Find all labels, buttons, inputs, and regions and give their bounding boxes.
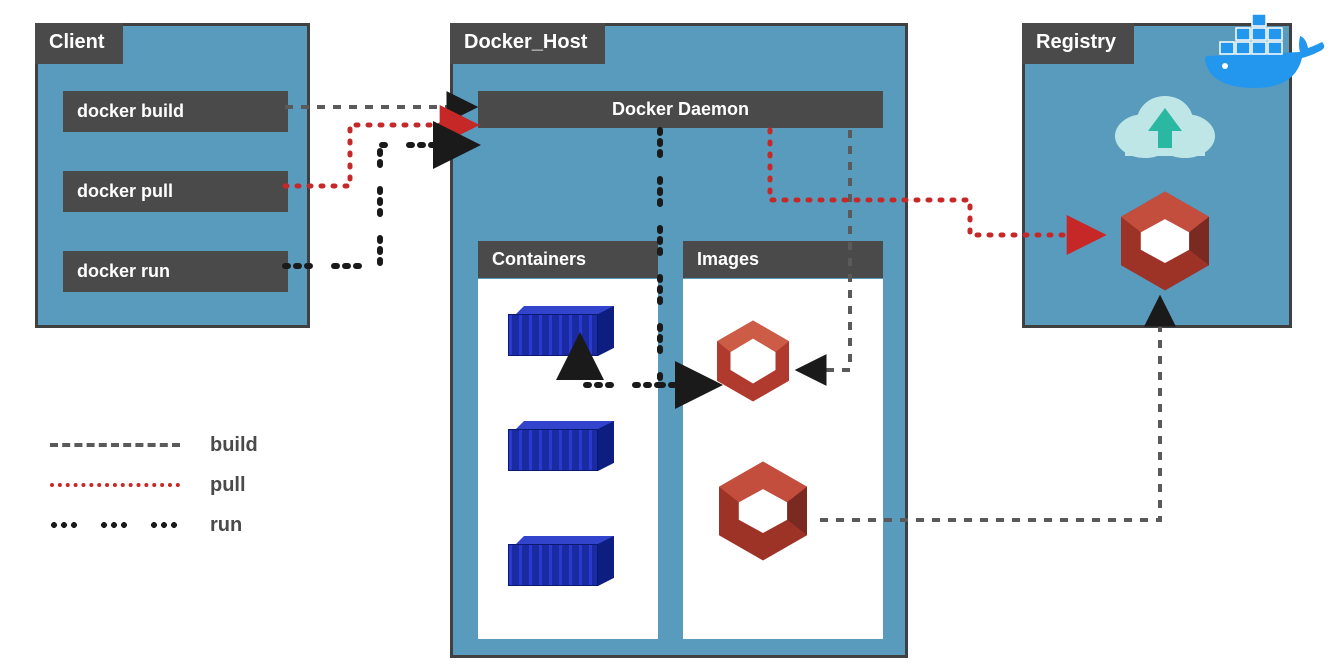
build-line-style-icon [50, 443, 180, 447]
legend: build pull run [50, 425, 258, 545]
pull-line-style-icon [50, 483, 180, 487]
images-label: Images [683, 241, 883, 278]
connector-pull-client-to-daemon [285, 125, 473, 186]
shipping-container-icon [508, 536, 618, 586]
docker-image-icon [708, 316, 798, 406]
docker-image-icon [1110, 186, 1220, 296]
docker-host-title: Docker_Host [450, 23, 605, 64]
containers-label: Containers [478, 241, 658, 278]
docker-whale-icon [1200, 8, 1330, 103]
legend-run: run [50, 505, 258, 545]
cmd-docker-pull: docker pull [63, 171, 288, 212]
legend-pull: pull [50, 465, 258, 505]
docker-architecture-diagram: Client docker build docker pull docker r… [0, 0, 1344, 671]
run-line-style-icon [50, 522, 180, 528]
shipping-container-icon [508, 306, 618, 356]
registry-title: Registry [1022, 23, 1134, 64]
client-box: Client docker build docker pull docker r… [35, 23, 310, 328]
docker-host-box: Docker_Host Docker Daemon Containers Ima… [450, 23, 908, 658]
client-title: Client [35, 23, 123, 64]
docker-daemon-label: Docker Daemon [478, 91, 883, 128]
shipping-container-icon [508, 421, 618, 471]
legend-build-label: build [210, 434, 258, 457]
legend-build: build [50, 425, 258, 465]
legend-pull-label: pull [210, 474, 246, 497]
connector-run-client-to-daemon [285, 145, 473, 266]
cmd-docker-build: docker build [63, 91, 288, 132]
legend-run-label: run [210, 514, 242, 537]
docker-image-icon [708, 456, 818, 566]
cmd-docker-run: docker run [63, 251, 288, 292]
